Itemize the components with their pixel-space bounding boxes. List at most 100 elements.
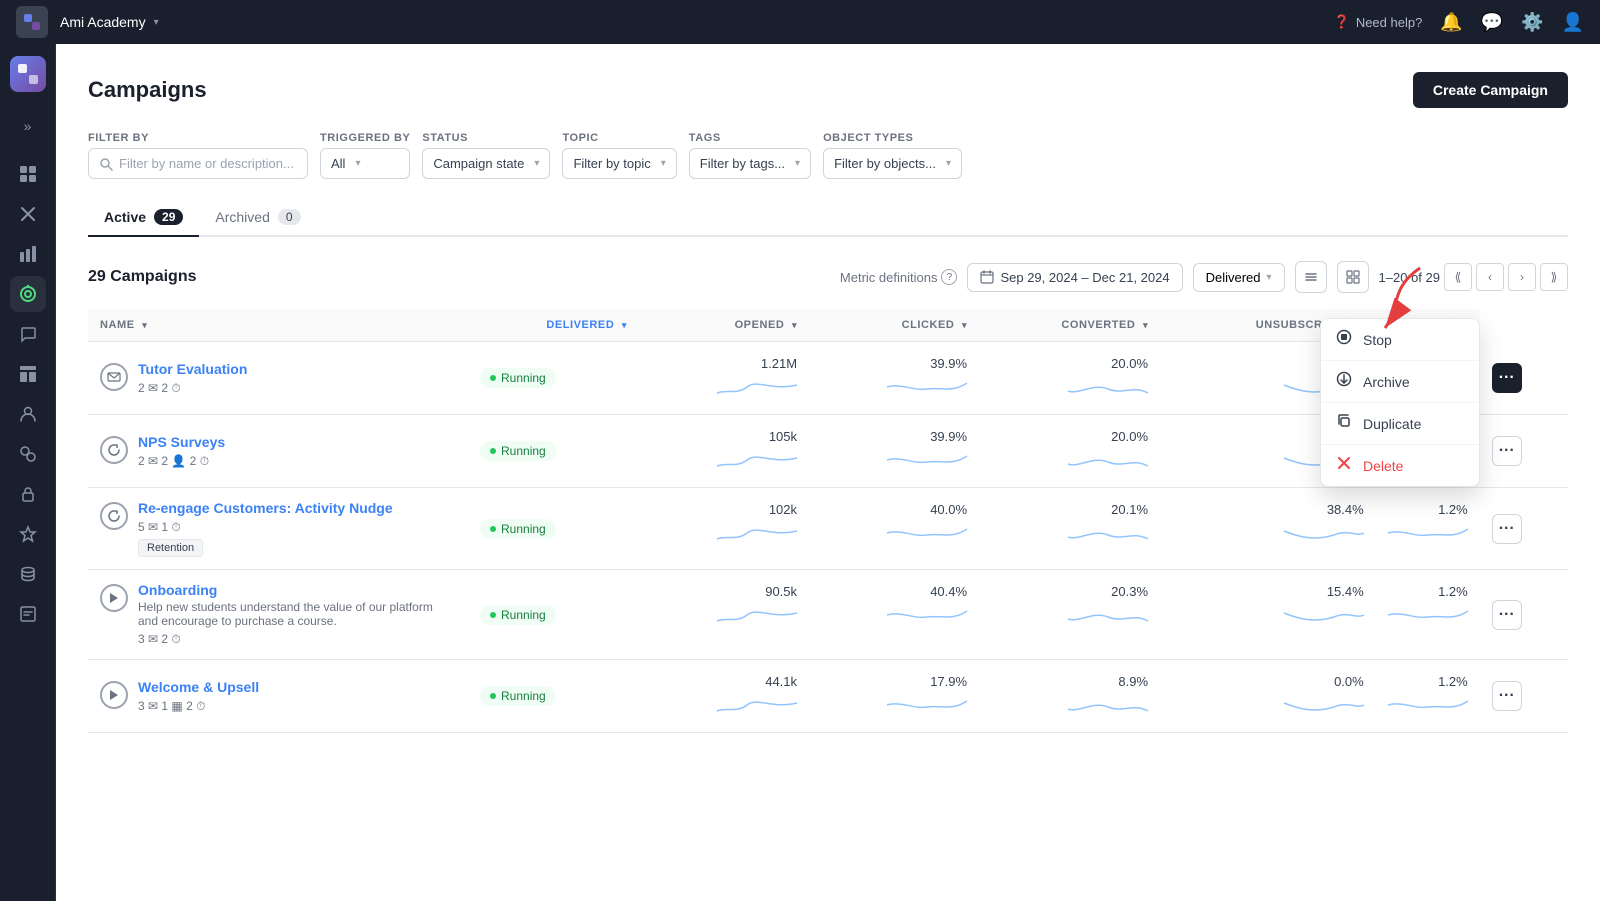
opened-value: 40.4% <box>821 584 967 599</box>
unsubscribed-sparkline <box>1388 693 1468 720</box>
topic-label: TOPIC <box>562 132 676 144</box>
sort-value: Delivered <box>1206 270 1261 285</box>
col-delivered[interactable]: DELIVERED ▾ <box>468 309 639 342</box>
sidebar-item-data[interactable] <box>10 556 46 592</box>
pagination-first[interactable]: ⟪ <box>1444 263 1472 291</box>
grid-icon <box>1346 270 1360 284</box>
view-toggle-button[interactable] <box>1337 261 1369 293</box>
campaign-link[interactable]: Welcome & Upsell <box>138 679 259 695</box>
delete-label: Delete <box>1363 458 1403 474</box>
sidebar-item-campaigns[interactable] <box>10 276 46 312</box>
triggered-by-chevron: ▾ <box>355 158 360 169</box>
sidebar-item-reports[interactable] <box>10 596 46 632</box>
filter-columns-button[interactable] <box>1295 261 1327 293</box>
triggered-by-select[interactable]: All ▾ <box>320 148 410 179</box>
pagination-next[interactable]: › <box>1508 263 1536 291</box>
delivered-cell: 44.1k <box>639 660 809 733</box>
filter-by-input[interactable]: Filter by name or description... <box>88 148 308 179</box>
delivered-value: 1.21M <box>651 356 797 371</box>
more-button[interactable]: ··· <box>1492 681 1522 711</box>
delivered-value: 102k <box>651 502 797 517</box>
pagination: 1–20 of 29 ⟪ ‹ › ⟫ <box>1379 263 1568 291</box>
help-button[interactable]: ❓ Need help? <box>1334 14 1423 30</box>
clicked-value: 20.1% <box>991 502 1148 517</box>
context-menu-archive[interactable]: Archive <box>1321 361 1479 402</box>
delivered-sparkline <box>651 375 797 402</box>
campaign-type-icon <box>100 584 128 612</box>
unsubscribed-value: 1.2% <box>1388 674 1468 689</box>
sidebar-item-messages[interactable] <box>10 316 46 352</box>
campaign-status-cell: Running <box>468 660 639 733</box>
col-opened[interactable]: OPENED ▾ <box>639 309 809 342</box>
pagination-last[interactable]: ⟫ <box>1540 263 1568 291</box>
filter-by-label: FILTER BY <box>88 132 308 144</box>
col-name[interactable]: NAME ▾ <box>88 309 468 342</box>
context-menu-delete[interactable]: Delete <box>1321 445 1479 486</box>
sidebar-item-close[interactable] <box>10 196 46 232</box>
delivered-cell: 90.5k <box>639 570 809 660</box>
topic-select[interactable]: Filter by topic ▾ <box>562 148 676 179</box>
campaign-link[interactable]: NPS Surveys <box>138 434 225 450</box>
more-button[interactable]: ··· <box>1492 363 1522 393</box>
pagination-prev[interactable]: ‹ <box>1476 263 1504 291</box>
unsubscribed-cell: 1.2% <box>1376 488 1480 570</box>
date-range-button[interactable]: Sep 29, 2024 – Dec 21, 2024 <box>967 263 1182 292</box>
more-button[interactable]: ··· <box>1492 514 1522 544</box>
topbar-brand[interactable]: Ami Academy ▾ <box>60 14 159 30</box>
context-menu: Stop Archive Duplicate Delete <box>1320 318 1480 487</box>
object-types-label: OBJECT TYPES <box>823 132 962 144</box>
clicked-sparkline <box>991 603 1148 630</box>
opened-sparkline <box>821 448 967 475</box>
messages-icon[interactable]: 💬 <box>1481 12 1503 33</box>
campaign-link[interactable]: Re-engage Customers: Activity Nudge <box>138 500 393 516</box>
topbar: Ami Academy ▾ ❓ Need help? 🔔 💬 ⚙️ 👤 <box>0 0 1600 44</box>
opened-value: 40.0% <box>821 502 967 517</box>
create-campaign-button[interactable]: Create Campaign <box>1413 72 1568 108</box>
converted-cell: 0.0% <box>1160 660 1376 733</box>
context-menu-duplicate[interactable]: Duplicate <box>1321 403 1479 444</box>
actions-cell: ··· <box>1480 570 1568 660</box>
context-menu-stop[interactable]: Stop <box>1321 319 1479 360</box>
tab-archived[interactable]: Archived 0 <box>199 199 316 237</box>
sidebar-item-templates[interactable] <box>10 356 46 392</box>
tags-chevron: ▾ <box>795 158 800 169</box>
campaign-link[interactable]: Tutor Evaluation <box>138 361 247 377</box>
converted-cell: 15.4% <box>1160 570 1376 660</box>
sidebar-item-contacts[interactable] <box>10 396 46 432</box>
campaign-status-cell: Running <box>468 570 639 660</box>
status-select[interactable]: Campaign state ▾ <box>422 148 550 179</box>
converted-value: 0.0% <box>1172 674 1364 689</box>
sidebar-item-permissions[interactable] <box>10 476 46 512</box>
sidebar-item-analytics[interactable] <box>10 236 46 272</box>
settings-icon[interactable]: ⚙️ <box>1521 12 1543 33</box>
tab-active[interactable]: Active 29 <box>88 199 199 237</box>
table-controls: Metric definitions ? Sep 29, 2024 – Dec … <box>840 261 1568 293</box>
opened-cell: 17.9% <box>809 660 979 733</box>
opened-sort-icon: ▾ <box>792 320 797 330</box>
clicked-sparkline <box>991 448 1148 475</box>
delivered-sparkline <box>651 521 797 548</box>
account-icon[interactable]: 👤 <box>1562 12 1584 33</box>
converted-sparkline <box>1172 603 1364 630</box>
converted-cell: 38.4% <box>1160 488 1376 570</box>
sidebar-item-segments[interactable] <box>10 436 46 472</box>
tags-group: TAGS Filter by tags... ▾ <box>689 132 811 179</box>
clicked-cell: 8.9% <box>979 660 1160 733</box>
col-clicked[interactable]: CLICKED ▾ <box>809 309 979 342</box>
sort-select[interactable]: Delivered ▾ <box>1193 263 1285 292</box>
tags-select[interactable]: Filter by tags... ▾ <box>689 148 811 179</box>
clicked-sort-icon: ▾ <box>962 320 967 330</box>
more-button[interactable]: ··· <box>1492 600 1522 630</box>
notifications-icon[interactable]: 🔔 <box>1440 12 1462 33</box>
sidebar-item-automation[interactable] <box>10 516 46 552</box>
more-button[interactable]: ··· <box>1492 436 1522 466</box>
metric-definitions[interactable]: Metric definitions ? <box>840 269 958 285</box>
clicked-cell: 20.0% <box>979 415 1160 488</box>
sidebar-collapse[interactable]: » <box>10 108 46 144</box>
object-types-select[interactable]: Filter by objects... ▾ <box>823 148 962 179</box>
status-badge: Running <box>480 605 556 625</box>
sidebar-item-dashboard[interactable] <box>10 156 46 192</box>
name-sort-icon: ▾ <box>142 320 147 330</box>
campaign-link[interactable]: Onboarding <box>138 582 217 598</box>
col-converted[interactable]: CONVERTED ▾ <box>979 309 1160 342</box>
